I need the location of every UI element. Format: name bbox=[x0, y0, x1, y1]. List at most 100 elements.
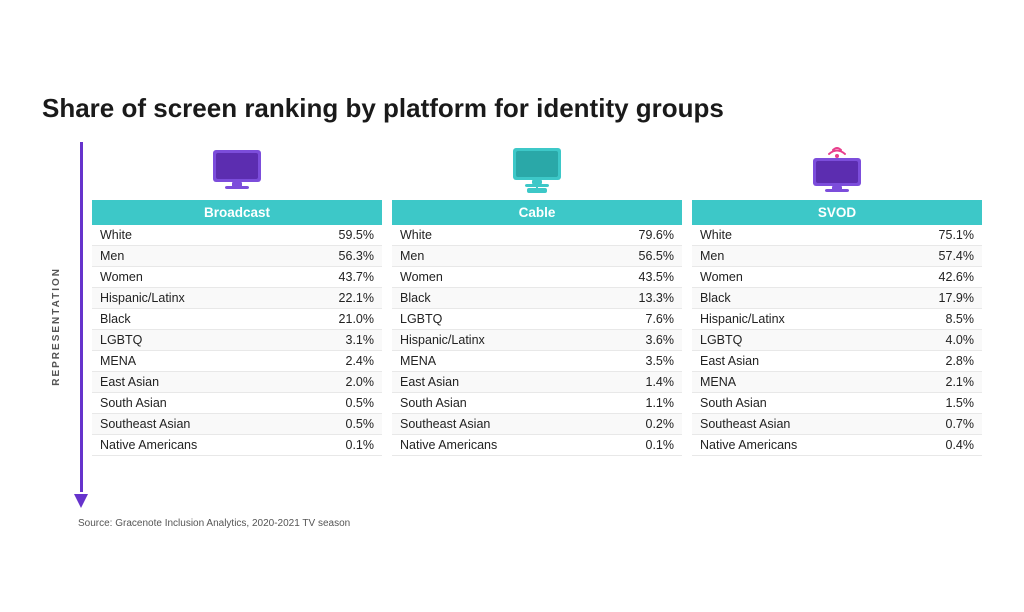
group-value: 57.4% bbox=[891, 246, 982, 267]
svod-table: SVODWhite75.1%Men57.4%Women42.6%Black17.… bbox=[692, 200, 982, 456]
group-value: 1.5% bbox=[891, 393, 982, 414]
table-row: White75.1% bbox=[692, 225, 982, 246]
table-row: LGBTQ3.1% bbox=[92, 330, 382, 351]
group-label: Women bbox=[392, 267, 591, 288]
group-label: White bbox=[392, 225, 591, 246]
group-label: LGBTQ bbox=[392, 309, 591, 330]
table-row: Black13.3% bbox=[392, 288, 682, 309]
broadcast-table: BroadcastWhite59.5%Men56.3%Women43.7%His… bbox=[92, 200, 382, 456]
cable-header: Cable bbox=[392, 200, 682, 225]
group-label: Women bbox=[92, 267, 291, 288]
group-label: MENA bbox=[392, 351, 591, 372]
broadcast-header: Broadcast bbox=[92, 200, 382, 225]
table-row: Southeast Asian0.7% bbox=[692, 414, 982, 435]
table-row: Native Americans0.1% bbox=[92, 435, 382, 456]
group-label: White bbox=[92, 225, 291, 246]
table-row: East Asian2.8% bbox=[692, 351, 982, 372]
main-container: Share of screen ranking by platform for … bbox=[32, 73, 992, 539]
group-label: Hispanic/Latinx bbox=[92, 288, 291, 309]
group-value: 75.1% bbox=[891, 225, 982, 246]
source-text: Source: Gracenote Inclusion Analytics, 2… bbox=[78, 518, 982, 529]
table-row: Men57.4% bbox=[692, 246, 982, 267]
group-value: 2.0% bbox=[291, 372, 382, 393]
table-row: MENA2.4% bbox=[92, 351, 382, 372]
table-row: White79.6% bbox=[392, 225, 682, 246]
y-axis-label: REPRESENTATION bbox=[51, 267, 62, 386]
table-row: LGBTQ4.0% bbox=[692, 330, 982, 351]
group-label: Women bbox=[692, 267, 891, 288]
group-value: 0.2% bbox=[591, 414, 682, 435]
content-area: REPRESENTATION BroadcastWhite59.5%Men56.… bbox=[42, 142, 982, 510]
table-row: South Asian1.1% bbox=[392, 393, 682, 414]
group-value: 3.5% bbox=[591, 351, 682, 372]
group-label: South Asian bbox=[692, 393, 891, 414]
table-row: Southeast Asian0.2% bbox=[392, 414, 682, 435]
group-value: 2.8% bbox=[891, 351, 982, 372]
table-row: Men56.5% bbox=[392, 246, 682, 267]
group-value: 8.5% bbox=[891, 309, 982, 330]
group-label: East Asian bbox=[392, 372, 591, 393]
group-label: South Asian bbox=[392, 393, 591, 414]
group-value: 43.5% bbox=[591, 267, 682, 288]
group-value: 7.6% bbox=[591, 309, 682, 330]
group-label: Men bbox=[392, 246, 591, 267]
table-row: Women42.6% bbox=[692, 267, 982, 288]
arrow-down-icon bbox=[74, 494, 88, 508]
group-label: Native Americans bbox=[92, 435, 291, 456]
table-row: MENA3.5% bbox=[392, 351, 682, 372]
group-value: 42.6% bbox=[891, 267, 982, 288]
group-value: 0.5% bbox=[291, 414, 382, 435]
group-label: East Asian bbox=[692, 351, 891, 372]
y-label-container: REPRESENTATION bbox=[42, 142, 70, 510]
group-label: LGBTQ bbox=[92, 330, 291, 351]
group-value: 0.1% bbox=[591, 435, 682, 456]
group-label: South Asian bbox=[92, 393, 291, 414]
table-row: Men56.3% bbox=[92, 246, 382, 267]
group-value: 3.1% bbox=[291, 330, 382, 351]
table-row: White59.5% bbox=[92, 225, 382, 246]
group-label: Southeast Asian bbox=[692, 414, 891, 435]
group-value: 21.0% bbox=[291, 309, 382, 330]
cable-table: CableWhite79.6%Men56.5%Women43.5%Black13… bbox=[392, 200, 682, 456]
group-value: 56.5% bbox=[591, 246, 682, 267]
table-row: Black21.0% bbox=[92, 309, 382, 330]
group-value: 17.9% bbox=[891, 288, 982, 309]
group-label: LGBTQ bbox=[692, 330, 891, 351]
group-value: 56.3% bbox=[291, 246, 382, 267]
group-label: Hispanic/Latinx bbox=[392, 330, 591, 351]
svod-icon bbox=[805, 142, 869, 194]
group-value: 0.5% bbox=[291, 393, 382, 414]
group-value: 1.1% bbox=[591, 393, 682, 414]
group-value: 0.4% bbox=[891, 435, 982, 456]
table-row: East Asian2.0% bbox=[92, 372, 382, 393]
group-label: Southeast Asian bbox=[392, 414, 591, 435]
group-value: 13.3% bbox=[591, 288, 682, 309]
group-value: 2.4% bbox=[291, 351, 382, 372]
group-value: 0.1% bbox=[291, 435, 382, 456]
group-label: Black bbox=[692, 288, 891, 309]
group-label: Men bbox=[92, 246, 291, 267]
group-label: Southeast Asian bbox=[92, 414, 291, 435]
group-value: 43.7% bbox=[291, 267, 382, 288]
table-row: Hispanic/Latinx22.1% bbox=[92, 288, 382, 309]
group-label: Black bbox=[92, 309, 291, 330]
group-value: 3.6% bbox=[591, 330, 682, 351]
group-label: MENA bbox=[92, 351, 291, 372]
table-row: South Asian0.5% bbox=[92, 393, 382, 414]
broadcast-icon bbox=[205, 142, 269, 194]
arrow-container bbox=[74, 142, 88, 510]
table-row: MENA2.1% bbox=[692, 372, 982, 393]
group-value: 22.1% bbox=[291, 288, 382, 309]
svod-header: SVOD bbox=[692, 200, 982, 225]
table-row: Hispanic/Latinx3.6% bbox=[392, 330, 682, 351]
table-row: Women43.7% bbox=[92, 267, 382, 288]
group-label: Native Americans bbox=[692, 435, 891, 456]
group-label: Hispanic/Latinx bbox=[692, 309, 891, 330]
group-value: 2.1% bbox=[891, 372, 982, 393]
platform-section-svod: SVODWhite75.1%Men57.4%Women42.6%Black17.… bbox=[692, 142, 982, 510]
page-title: Share of screen ranking by platform for … bbox=[42, 93, 982, 124]
platform-section-broadcast: BroadcastWhite59.5%Men56.3%Women43.7%His… bbox=[92, 142, 382, 510]
group-value: 1.4% bbox=[591, 372, 682, 393]
group-label: MENA bbox=[692, 372, 891, 393]
table-row: Southeast Asian0.5% bbox=[92, 414, 382, 435]
